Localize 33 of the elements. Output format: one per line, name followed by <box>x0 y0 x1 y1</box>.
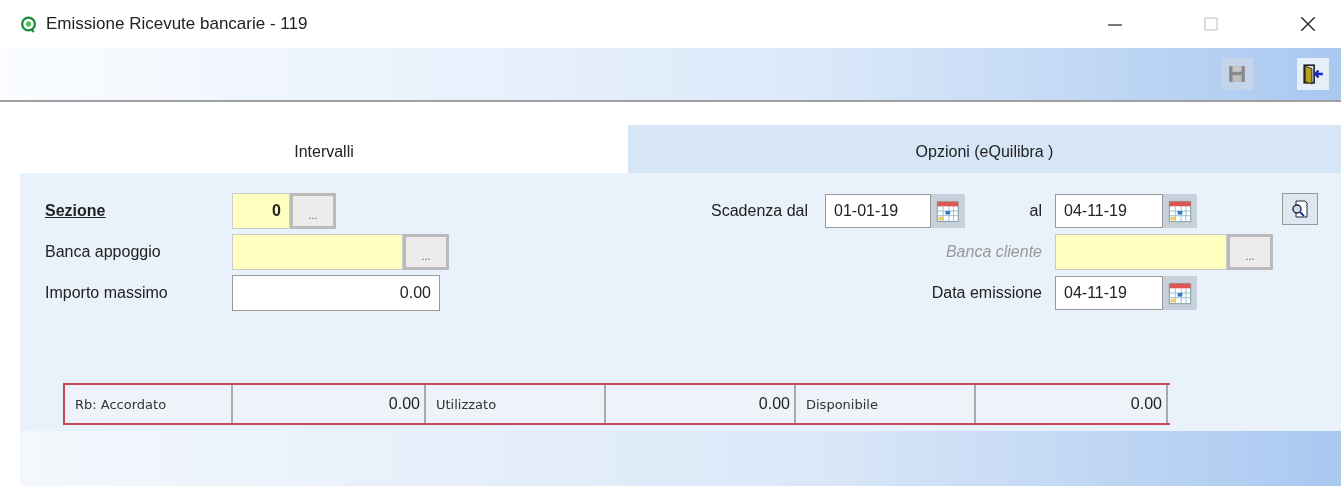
magnifier-document-icon <box>1290 199 1310 219</box>
calendar-icon[interactable] <box>1163 276 1197 310</box>
close-icon[interactable] <box>1299 15 1317 33</box>
field-label: Scadenza dal <box>711 202 809 220</box>
input-field[interactable] <box>232 234 403 270</box>
summary-label: Rb: Accordato <box>65 385 233 423</box>
field-label: Banca appoggio <box>45 243 162 261</box>
lookup-button[interactable]: ... <box>403 234 449 270</box>
field-label: Data emissione <box>931 284 1043 302</box>
app-logo-icon <box>20 15 37 33</box>
date-field[interactable]: 01-01-19 <box>825 194 932 228</box>
field-label: Sezione <box>45 202 107 220</box>
input-field[interactable] <box>1055 234 1227 270</box>
summary-label: Utilizzato <box>426 385 606 423</box>
field-label: Importo massimo <box>45 284 169 302</box>
window-title: Emissione Ricevute bancarie - 119 <box>46 14 308 34</box>
exit-button[interactable] <box>1297 58 1329 90</box>
summary-value: 0.00 <box>233 385 426 423</box>
field-label: al <box>1029 202 1043 220</box>
input-field[interactable]: 0.00 <box>232 275 440 311</box>
summary-label: Disponibile <box>796 385 976 423</box>
field-label: Banca cliente <box>945 243 1043 261</box>
input-field[interactable]: 0 <box>232 193 290 229</box>
tab[interactable]: Opzioni (eQuilibra ) <box>628 125 1341 173</box>
preview-button[interactable] <box>1282 193 1318 225</box>
door-exit-icon <box>1302 63 1324 85</box>
calendar-icon[interactable] <box>931 194 965 228</box>
summary-value: 0.00 <box>976 385 1168 423</box>
date-field[interactable]: 04-11-19 <box>1055 194 1163 228</box>
calendar-icon[interactable] <box>1163 194 1197 228</box>
summary-value: 0.00 <box>606 385 796 423</box>
lookup-button[interactable]: ... <box>290 193 336 229</box>
date-field[interactable]: 04-11-19 <box>1055 276 1163 310</box>
